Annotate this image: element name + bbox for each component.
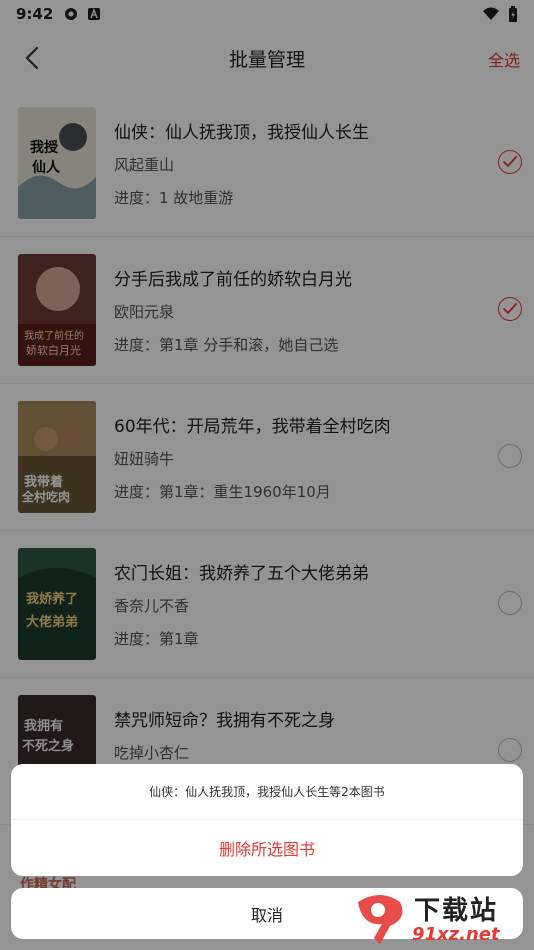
action-sheet: 仙侠：仙人抚我顶，我授仙人长生等2本图书 删除所选图书: [11, 764, 523, 876]
watermark: 下载站 91xz.net: [350, 888, 530, 948]
sheet-message: 仙侠：仙人抚我顶，我授仙人长生等2本图书: [11, 764, 523, 820]
delete-selected-button[interactable]: 删除所选图书: [11, 820, 523, 876]
watermark-url: 91xz.net: [412, 924, 500, 945]
watermark-logo: [358, 895, 403, 944]
watermark-text: 下载站: [414, 896, 499, 926]
